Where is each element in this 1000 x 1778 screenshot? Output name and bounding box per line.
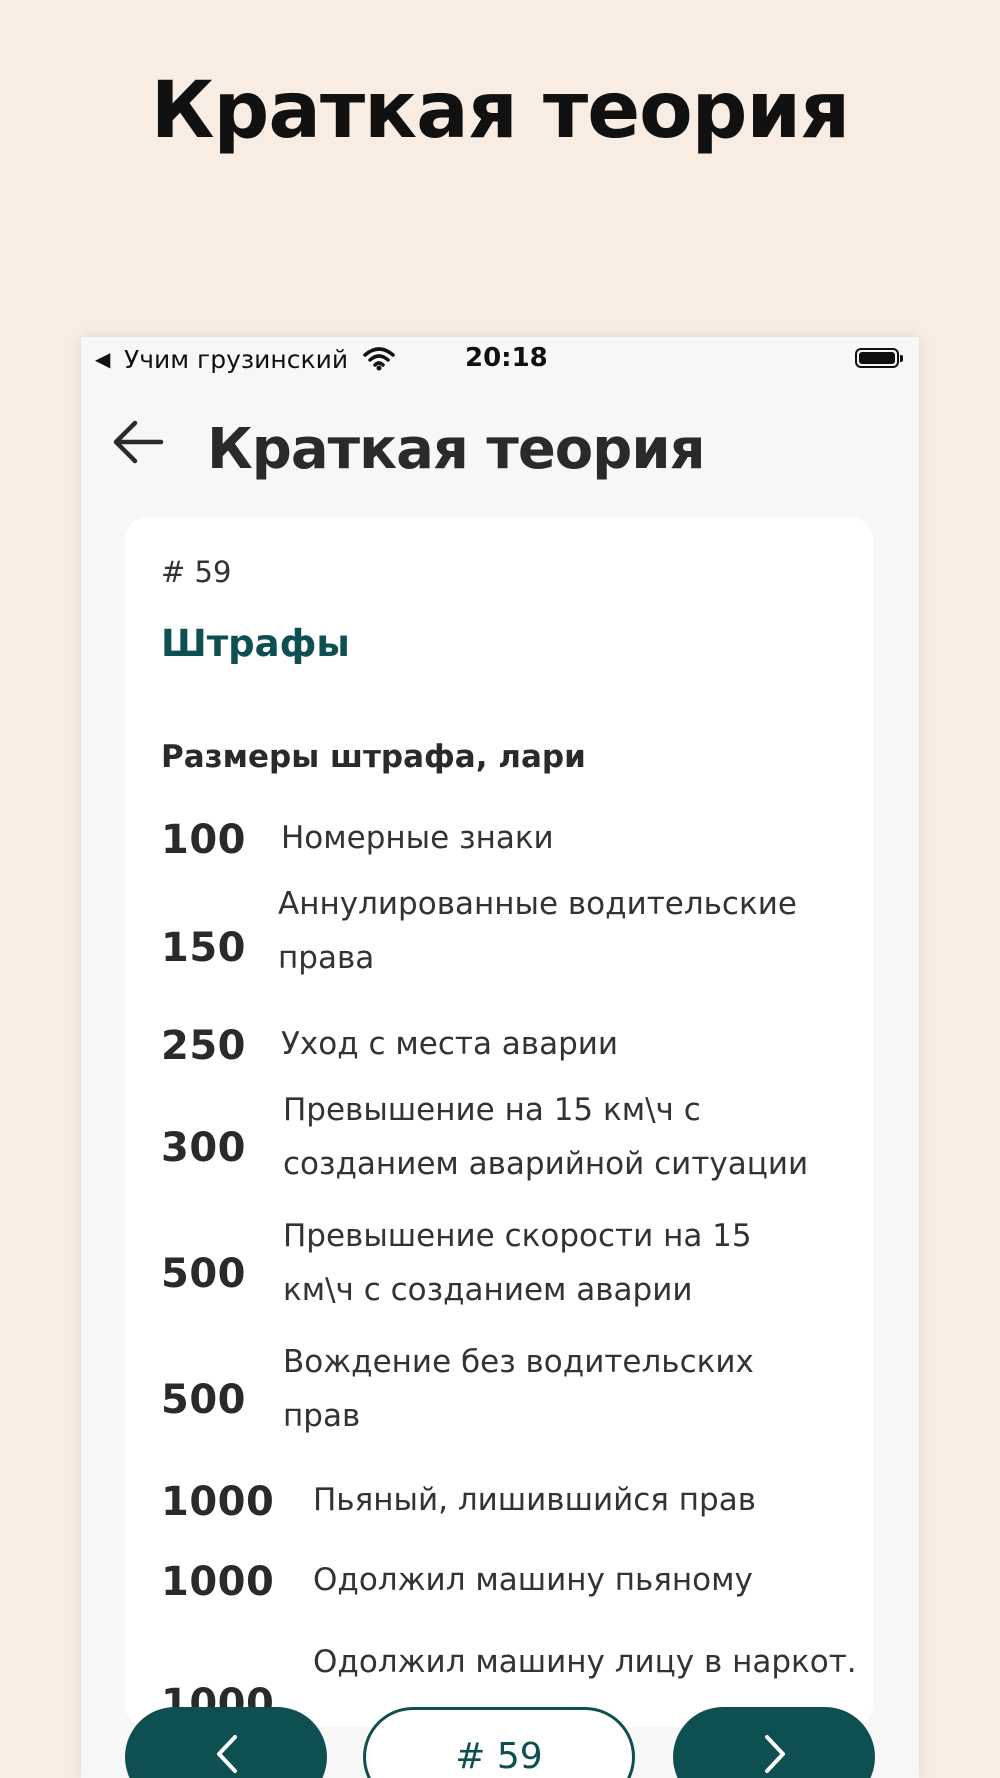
fine-amount: 300 (161, 1125, 246, 1171)
back-to-app-label[interactable]: Учим грузинский (124, 345, 348, 374)
wifi-icon (363, 347, 395, 371)
next-button[interactable] (673, 1707, 875, 1778)
card-number: # 59 (161, 555, 232, 589)
fine-description: Номерные знаки (281, 820, 554, 856)
fine-amount: 150 (161, 925, 246, 971)
phone-screen: ◀ Учим грузинский 20:18 Краткая теория #… (81, 337, 919, 1778)
fine-description: Одолжил машину лицу в наркот. (313, 1644, 857, 1680)
card-subheading: Размеры штрафа, лари (161, 739, 586, 775)
battery-icon (855, 348, 903, 368)
bottom-nav: # 59 (81, 1707, 919, 1778)
fine-description: Аннулированные водительские права (278, 886, 797, 976)
fine-description: Пьяный, лишившийся прав (313, 1482, 756, 1518)
chevron-right-icon (765, 1735, 785, 1773)
fine-amount: 1000 (161, 1479, 275, 1525)
fine-amount: 100 (161, 817, 246, 863)
promo-title: Краткая теория (150, 66, 851, 156)
previous-button[interactable] (125, 1707, 327, 1778)
fine-description: Одолжил машину пьяному (313, 1562, 753, 1598)
nav-bar: Краткая теория (81, 397, 919, 487)
fine-description: Превышение на 15 км\ч с созданием аварий… (283, 1092, 809, 1182)
status-bar: ◀ Учим грузинский 20:18 (81, 337, 919, 387)
chevron-left-icon (217, 1735, 237, 1773)
fine-description: Уход с места аварии (281, 1026, 619, 1062)
fine-description: Превышение скорости на 15 км\ч с создани… (283, 1218, 752, 1308)
theory-card: # 59 Штрафы Размеры штрафа, лари 100 Ном… (125, 517, 873, 1727)
page-title: Краткая теория (207, 417, 706, 482)
fine-amount: 500 (161, 1377, 246, 1423)
page-number-label: # 59 (455, 1736, 543, 1777)
page-number-button[interactable]: # 59 (363, 1707, 635, 1778)
fine-amount: 500 (161, 1251, 246, 1297)
fine-amount: 1000 (161, 1559, 275, 1605)
fine-description: Вождение без водительских прав (283, 1344, 754, 1434)
fine-amount: 250 (161, 1023, 246, 1069)
card-heading: Штрафы (161, 622, 350, 665)
status-time: 20:18 (465, 343, 548, 373)
back-arrow-icon[interactable] (111, 417, 165, 467)
back-to-app-icon[interactable]: ◀ (95, 347, 110, 371)
